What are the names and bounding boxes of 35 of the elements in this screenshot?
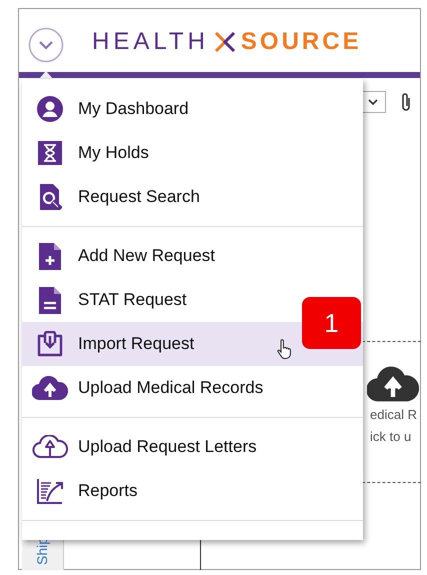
step-number-badge: 1 bbox=[302, 297, 361, 349]
logo-text: HEALTH bbox=[92, 30, 209, 54]
paperclip-icon[interactable] bbox=[400, 92, 412, 112]
menu-item-label: Import Request bbox=[78, 333, 194, 356]
menu-item[interactable]: Upload Medical Records bbox=[22, 366, 363, 410]
document-search-icon bbox=[38, 184, 62, 210]
document-lines-icon bbox=[39, 286, 61, 314]
menu-item[interactable]: Add New Request bbox=[22, 234, 363, 278]
chevron-toggle-icon[interactable] bbox=[28, 27, 64, 63]
menu-item-label: Reports bbox=[78, 480, 138, 502]
menu-item-label: My Holds bbox=[78, 142, 149, 164]
document-plus-icon bbox=[39, 242, 61, 270]
logo-text: SOURCE bbox=[240, 30, 362, 54]
upload-hint-text: edical R bbox=[370, 406, 417, 424]
report-chart-icon bbox=[36, 478, 64, 504]
menu-item[interactable]: Upload Request Letters bbox=[22, 425, 363, 469]
hand-cursor-icon bbox=[277, 339, 291, 359]
logo-x-icon bbox=[214, 32, 236, 52]
menu-item[interactable]: My Holds bbox=[22, 131, 363, 175]
user-icon bbox=[37, 96, 63, 122]
menu-item[interactable]: Request Search bbox=[22, 175, 363, 219]
cloud-upload-icon bbox=[32, 435, 68, 459]
menu-item-label: STAT Request bbox=[78, 289, 187, 312]
upload-hint-text: ick to u bbox=[370, 428, 412, 446]
menu-item[interactable]: My Dashboard bbox=[22, 87, 363, 131]
cloud-upload-icon bbox=[32, 376, 68, 400]
menu-item-label: My Dashboard bbox=[78, 98, 189, 120]
menu-item-label: Upload Request Letters bbox=[78, 436, 257, 458]
menu-item[interactable]: Reports bbox=[22, 469, 363, 513]
caret-icon bbox=[368, 99, 378, 105]
import-icon bbox=[36, 331, 64, 357]
menu-item-label: Request Search bbox=[78, 186, 200, 208]
menu-item-label: Upload Medical Records bbox=[78, 377, 264, 400]
menu-item-label: Add New Request bbox=[78, 245, 216, 268]
hourglass-icon bbox=[38, 141, 62, 165]
